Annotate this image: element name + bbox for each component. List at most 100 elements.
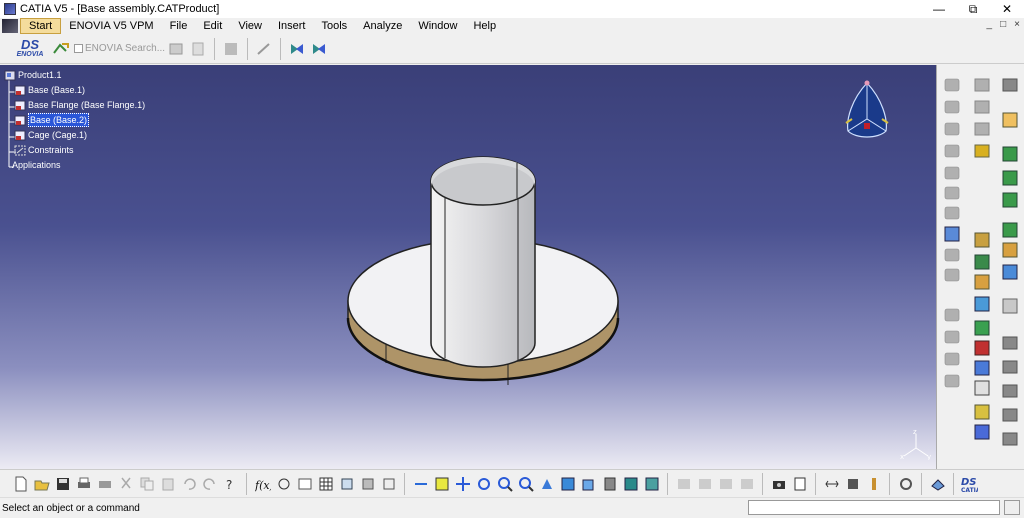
ground-icon[interactable] xyxy=(738,475,755,493)
multi-view-icon[interactable] xyxy=(675,475,692,493)
doc-close-icon[interactable]: × xyxy=(1014,19,1020,30)
swap-visible-icon[interactable] xyxy=(643,475,660,493)
svg-text:z: z xyxy=(913,430,917,436)
tree-node-base1[interactable]: Base (Base.1) xyxy=(14,84,85,96)
command-grip[interactable] xyxy=(1004,500,1020,515)
tree-node-base-flange[interactable]: Base Flange (Base Flange.1) xyxy=(14,99,145,111)
snap-icon[interactable] xyxy=(844,475,861,493)
design-table-icon[interactable] xyxy=(296,475,313,493)
cut-icon[interactable] xyxy=(117,475,134,493)
toolbar-separator xyxy=(214,37,216,60)
right-toolbar-icons xyxy=(944,78,1018,446)
doc-minimize-icon[interactable]: _ xyxy=(987,19,993,30)
menu-edit[interactable]: Edit xyxy=(195,18,230,34)
toolbar-separator xyxy=(921,472,922,495)
save-icon[interactable] xyxy=(54,475,71,493)
redo-icon[interactable] xyxy=(201,475,218,493)
menu-enovia[interactable]: ENOVIA V5 VPM xyxy=(61,18,161,34)
hide-show-icon[interactable] xyxy=(622,475,639,493)
enovia-search-checkbox[interactable] xyxy=(74,44,83,53)
cylinder-body xyxy=(430,180,536,368)
constraint-icon[interactable] xyxy=(380,475,397,493)
update-icon[interactable] xyxy=(791,475,808,493)
zoom-in-icon[interactable] xyxy=(496,475,513,493)
enovia-search[interactable]: ENOVIA Search... xyxy=(74,43,165,54)
toolbar-separator xyxy=(246,472,247,495)
menu-help[interactable]: Help xyxy=(465,18,504,34)
undo-icon[interactable] xyxy=(180,475,197,493)
document-icon[interactable] xyxy=(2,19,18,33)
assembly-model[interactable] xyxy=(330,153,630,463)
menu-tools[interactable]: Tools xyxy=(313,18,355,34)
svg-text:x: x xyxy=(900,453,904,460)
paste-icon[interactable] xyxy=(159,475,176,493)
enovia-refresh-icon[interactable] xyxy=(222,40,240,58)
normal-view-icon[interactable] xyxy=(538,475,555,493)
constraints-icon xyxy=(14,145,26,155)
tree-node-cage[interactable]: Cage (Cage.1) xyxy=(14,129,87,141)
layer-icon[interactable] xyxy=(929,475,946,493)
menu-view[interactable]: View xyxy=(230,18,270,34)
capture-icon[interactable] xyxy=(770,475,787,493)
enovia-logo: DS ENOVIA xyxy=(16,37,44,58)
menu-window[interactable]: Window xyxy=(410,18,465,34)
bill-of-material-icon[interactable] xyxy=(865,475,882,493)
print-icon[interactable] xyxy=(75,475,92,493)
formula-icon[interactable]: f(x) xyxy=(254,475,271,493)
fly-mode-icon[interactable] xyxy=(412,475,429,493)
enovia-open-icon[interactable] xyxy=(288,40,306,58)
table-icon[interactable] xyxy=(317,475,334,493)
rotate-icon[interactable] xyxy=(475,475,492,493)
tree-node-constraints[interactable]: Constraints xyxy=(14,144,74,156)
quick-view-icon[interactable] xyxy=(559,475,576,493)
manipulation-icon[interactable] xyxy=(823,475,840,493)
iso-view-icon[interactable] xyxy=(580,475,597,493)
toolbar-separator xyxy=(762,472,763,495)
close-icon[interactable]: ✕ xyxy=(990,0,1024,18)
knowledge-icon[interactable] xyxy=(275,475,292,493)
doc-restore-icon[interactable]: □ xyxy=(1000,19,1006,30)
tree-node-product[interactable]: Product1.1 xyxy=(4,69,62,81)
reorder-icon[interactable] xyxy=(897,475,914,493)
restore-icon[interactable]: ⧉ xyxy=(956,0,990,18)
toolbar-separator xyxy=(815,472,816,495)
assembly-icon[interactable] xyxy=(359,475,376,493)
copy-icon[interactable] xyxy=(138,475,155,493)
menu-start[interactable]: Start xyxy=(20,18,62,34)
enovia-tool-icon[interactable] xyxy=(167,40,185,58)
menu-analyze[interactable]: Analyze xyxy=(355,18,410,34)
whats-this-icon[interactable]: ? xyxy=(222,475,239,493)
enovia-save-icon[interactable] xyxy=(189,40,207,58)
menu-insert[interactable]: Insert xyxy=(270,18,314,34)
product-icon xyxy=(4,70,16,80)
window-title: CATIA V5 - [Base assembly.CATProduct] xyxy=(20,3,220,15)
lighting-icon[interactable] xyxy=(696,475,713,493)
title-bar: CATIA V5 - [Base assembly.CATProduct] — … xyxy=(0,0,1024,18)
new-icon[interactable] xyxy=(12,475,29,493)
toolbar-separator xyxy=(667,472,668,495)
catalog-icon[interactable] xyxy=(338,475,355,493)
zoom-out-icon[interactable] xyxy=(517,475,534,493)
tree-node-applications[interactable]: Applications xyxy=(12,159,61,171)
depth-effect-icon[interactable] xyxy=(717,475,734,493)
toolbar-separator xyxy=(404,472,405,495)
shading-icon[interactable] xyxy=(601,475,618,493)
minimize-icon[interactable]: — xyxy=(922,0,956,18)
standard-toolbar: ? f(x) DSCATIA xyxy=(0,469,1024,497)
part-icon xyxy=(14,100,26,110)
enovia-connect-icon[interactable] xyxy=(52,40,70,58)
tree-node-base2[interactable]: Base (Base.2) xyxy=(14,113,90,127)
compass-icon[interactable] xyxy=(842,79,892,149)
pan-icon[interactable] xyxy=(454,475,471,493)
command-input[interactable] xyxy=(748,500,1000,515)
quick-print-icon[interactable] xyxy=(96,475,113,493)
menu-bar: Start ENOVIA V5 VPM File Edit View Inser… xyxy=(0,18,1024,34)
3d-viewport[interactable]: Product1.1 Base (Base.1) Base Flange (Ba… xyxy=(0,65,936,469)
fit-all-icon[interactable] xyxy=(433,475,450,493)
menu-file[interactable]: File xyxy=(162,18,196,34)
svg-text:CATIA: CATIA xyxy=(961,487,978,493)
enovia-send-icon[interactable] xyxy=(255,40,273,58)
open-icon[interactable] xyxy=(33,475,50,493)
enovia-explore-icon[interactable] xyxy=(310,40,328,58)
svg-text:?: ? xyxy=(226,478,232,492)
